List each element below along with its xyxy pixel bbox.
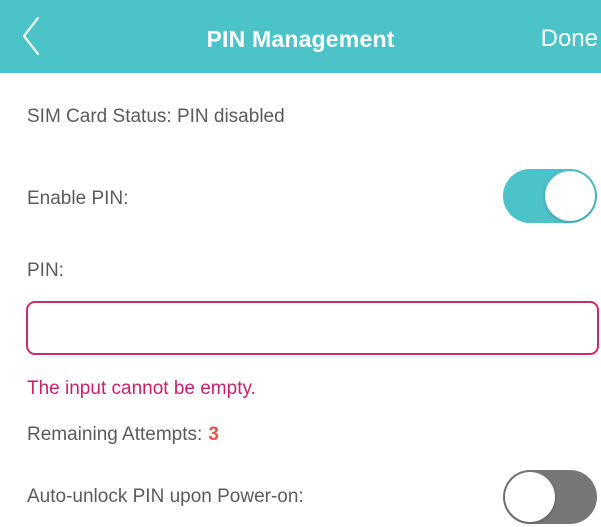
remaining-attempts-value: 3 — [208, 424, 219, 445]
auto-unlock-toggle[interactable] — [503, 470, 597, 524]
toggle-knob — [505, 472, 555, 522]
remaining-attempts-row: Remaining Attempts: 3 — [27, 424, 219, 446]
auto-unlock-label: Auto-unlock PIN upon Power-on: — [27, 486, 304, 507]
pin-input[interactable] — [26, 301, 599, 355]
enable-pin-label: Enable PIN: — [27, 188, 129, 209]
header-bar: PIN Management Done — [0, 0, 601, 73]
sim-card-status: SIM Card Status: PIN disabled — [27, 106, 285, 127]
pin-management-screen: PIN Management Done SIM Card Status: PIN… — [0, 0, 601, 527]
remaining-attempts-label: Remaining Attempts: — [27, 424, 203, 445]
pin-label: PIN: — [27, 260, 64, 281]
toggle-knob — [545, 171, 595, 221]
done-button[interactable]: Done — [541, 25, 598, 53]
enable-pin-toggle[interactable] — [503, 169, 597, 223]
pin-error-message: The input cannot be empty. — [27, 378, 256, 399]
page-title: PIN Management — [206, 26, 395, 52]
